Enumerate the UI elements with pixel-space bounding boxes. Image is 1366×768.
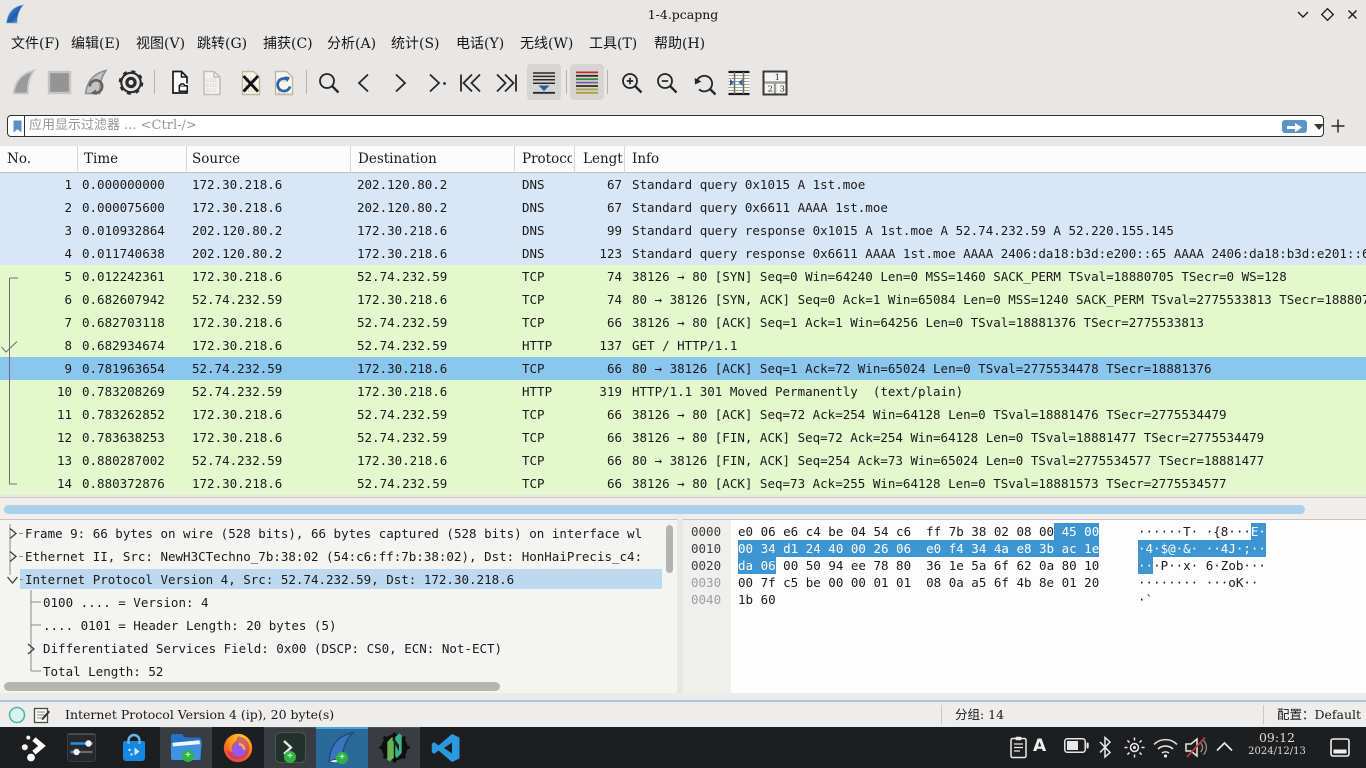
svg-text:0111: 0111 xyxy=(206,88,217,94)
svg-text:3: 3 xyxy=(780,85,785,94)
svg-text:1: 1 xyxy=(775,73,780,82)
svg-text:2: 2 xyxy=(768,85,773,94)
